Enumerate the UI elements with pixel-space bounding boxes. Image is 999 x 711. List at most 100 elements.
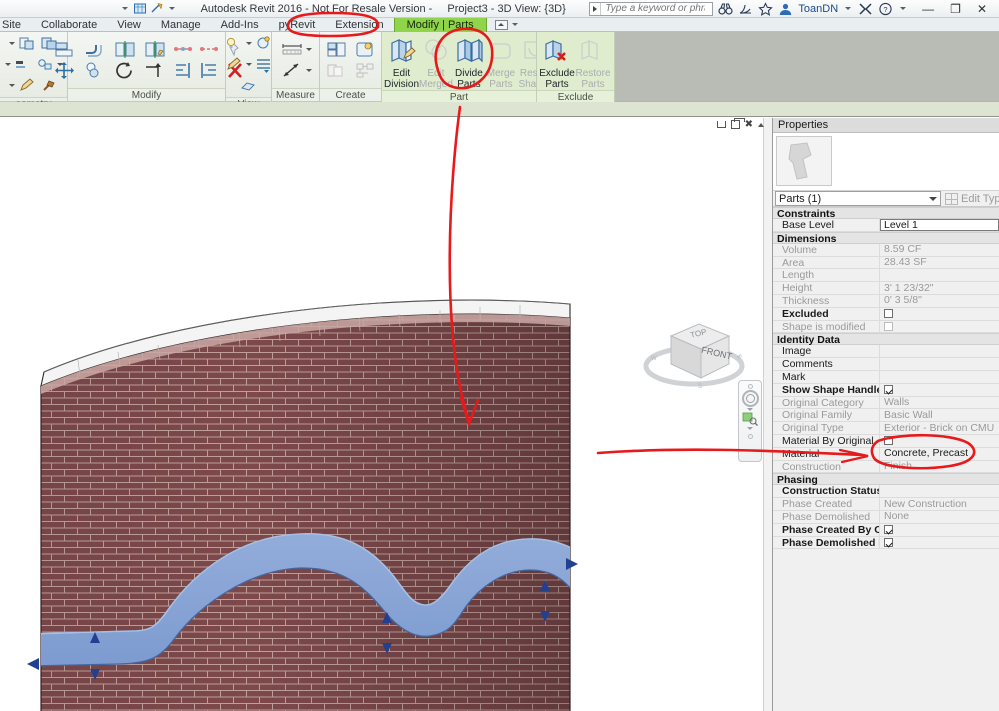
- measure-tool-icon[interactable]: [150, 2, 164, 15]
- property-row-image[interactable]: Image: [773, 345, 999, 359]
- exclude-parts-button[interactable]: Exclude Parts: [539, 34, 575, 90]
- create-assembly-icon[interactable]: [354, 61, 378, 80]
- navigation-bar[interactable]: [738, 380, 762, 462]
- quick-access-toolbar[interactable]: [0, 2, 177, 15]
- property-value-material[interactable]: Concrete, Precast: [880, 447, 999, 460]
- navbar-menu-dot-bottom[interactable]: [747, 434, 753, 439]
- array-icon[interactable]: [173, 40, 193, 59]
- modify-tool-icon[interactable]: [133, 2, 147, 15]
- align-right-icon[interactable]: [199, 61, 219, 80]
- canvas-vertical-scrollbar[interactable]: [763, 118, 772, 711]
- ribbon-options-caret[interactable]: [511, 23, 518, 26]
- property-row-comments[interactable]: Comments: [773, 358, 999, 371]
- property-row-mark[interactable]: Mark: [773, 370, 999, 384]
- ribbon-tab-extension[interactable]: Extension: [325, 18, 393, 32]
- user-name-label[interactable]: ToanDN: [798, 3, 838, 15]
- property-value-excluded[interactable]: [880, 307, 999, 320]
- view-cut-profile-icon[interactable]: [239, 76, 259, 95]
- property-row-excluded[interactable]: Excluded: [773, 307, 999, 321]
- measure-along-element-icon[interactable]: [280, 61, 304, 80]
- search-input[interactable]: [601, 3, 706, 14]
- paint-caret[interactable]: [4, 63, 11, 66]
- divide-parts-button[interactable]: Divide Parts: [453, 34, 485, 90]
- minimize-button[interactable]: —: [922, 3, 934, 15]
- view-menu-caret[interactable]: [758, 122, 764, 127]
- measure-caret[interactable]: [305, 48, 312, 51]
- ribbon-tab-manage[interactable]: Manage: [151, 18, 211, 32]
- ribbon-collapse-icon[interactable]: [494, 19, 508, 30]
- edit-division-button[interactable]: Edit Division: [384, 34, 419, 90]
- copy-icon[interactable]: [83, 61, 107, 80]
- qat-overflow-caret[interactable]: [169, 7, 175, 10]
- excluded-checkbox[interactable]: [884, 309, 893, 319]
- ribbon-tab-add-ins[interactable]: Add-Ins: [211, 18, 269, 32]
- steering-wheel-caret[interactable]: [747, 408, 753, 411]
- restore-button[interactable]: ❐: [950, 3, 961, 15]
- measure-between-references-icon[interactable]: [280, 40, 304, 59]
- subscription-icon[interactable]: [738, 2, 753, 16]
- create-part-icon[interactable]: [325, 61, 349, 80]
- split-face-icon[interactable]: [35, 55, 55, 74]
- navbar-menu-dot-top[interactable]: [747, 384, 753, 389]
- linework-caret[interactable]: [246, 63, 252, 66]
- scale-icon[interactable]: [199, 40, 219, 59]
- ribbon-tab-collaborate[interactable]: Collaborate: [31, 18, 107, 32]
- create-group-icon[interactable]: [354, 40, 378, 59]
- property-row-material[interactable]: Material Concrete, Precast: [773, 447, 999, 461]
- view-properties-icon[interactable]: [254, 55, 274, 74]
- steering-wheel-icon[interactable]: [741, 390, 759, 407]
- property-row-material-by-original[interactable]: Material By Original: [773, 434, 999, 448]
- chevron-down-icon[interactable]: [929, 196, 937, 201]
- property-row-phase-demolished-by-original[interactable]: Phase Demolished By Ori...: [773, 536, 999, 550]
- rotate-icon[interactable]: [113, 61, 137, 80]
- help-menu-caret[interactable]: [900, 7, 907, 10]
- create-similar-icon[interactable]: [325, 40, 349, 59]
- property-value-material-by-original[interactable]: [880, 434, 999, 447]
- linework-pencil-icon[interactable]: [17, 76, 37, 95]
- measure-along-caret[interactable]: [305, 69, 312, 72]
- type-selector[interactable]: Parts (1): [775, 191, 941, 206]
- minimize-view-icon[interactable]: [716, 121, 726, 128]
- ribbon-tab-modify-parts[interactable]: Modify | Parts: [393, 17, 487, 32]
- property-row-base-level[interactable]: Base Level Level 1: [773, 219, 999, 232]
- paint-icon[interactable]: [13, 55, 33, 74]
- trim-extend-icon[interactable]: [143, 61, 167, 80]
- search-history-arrow[interactable]: [590, 2, 602, 15]
- align-icon[interactable]: [53, 40, 77, 59]
- ribbon-display-options[interactable]: [494, 19, 520, 30]
- help-icon[interactable]: ?: [878, 2, 893, 16]
- linework-icon[interactable]: [224, 55, 244, 74]
- property-value-comments[interactable]: [880, 358, 999, 370]
- property-value-mark[interactable]: [880, 370, 999, 383]
- property-value-phase-created-by-original[interactable]: [880, 523, 999, 536]
- ribbon-tab-site[interactable]: Site: [0, 18, 31, 32]
- show-shape-handles-checkbox[interactable]: [884, 385, 893, 395]
- favorites-star-icon[interactable]: [758, 1, 774, 16]
- offset-icon[interactable]: [83, 40, 107, 59]
- zoom-caret[interactable]: [747, 427, 753, 430]
- demolish-caret[interactable]: [8, 84, 15, 87]
- move-icon[interactable]: [53, 61, 77, 80]
- ribbon-tab-pyrevit[interactable]: pyRevit: [269, 18, 326, 32]
- zoom-region-icon[interactable]: [742, 412, 758, 426]
- model-3d-view[interactable]: [0, 118, 770, 711]
- mirror-draw-axis-icon[interactable]: [143, 40, 167, 59]
- align-left-icon[interactable]: [173, 61, 193, 80]
- drawing-canvas[interactable]: ✖ TOP FRONT W S E: [0, 118, 770, 711]
- render-icon[interactable]: [254, 34, 274, 53]
- phase-created-by-original-checkbox[interactable]: [884, 525, 893, 535]
- edit-type-button[interactable]: Edit Typ: [941, 191, 999, 206]
- material-by-original-checkbox[interactable]: [884, 436, 893, 446]
- show-hidden-lines-icon[interactable]: [224, 34, 244, 53]
- hidden-lines-caret[interactable]: [246, 42, 252, 45]
- user-menu-caret[interactable]: [845, 7, 852, 10]
- property-row-construction-status[interactable]: Construction Status: [773, 485, 999, 499]
- property-row-phase-created-by-original[interactable]: Phase Created By Original: [773, 523, 999, 537]
- restore-view-icon[interactable]: [730, 118, 745, 129]
- property-value-show-shape-handles[interactable]: [880, 383, 999, 396]
- property-value-image[interactable]: [880, 345, 999, 358]
- property-value-construction-status[interactable]: [880, 485, 999, 498]
- search-binoculars-icon[interactable]: [718, 2, 734, 16]
- cut-geometry-caret[interactable]: [8, 42, 15, 45]
- mirror-pick-axis-icon[interactable]: [113, 40, 137, 59]
